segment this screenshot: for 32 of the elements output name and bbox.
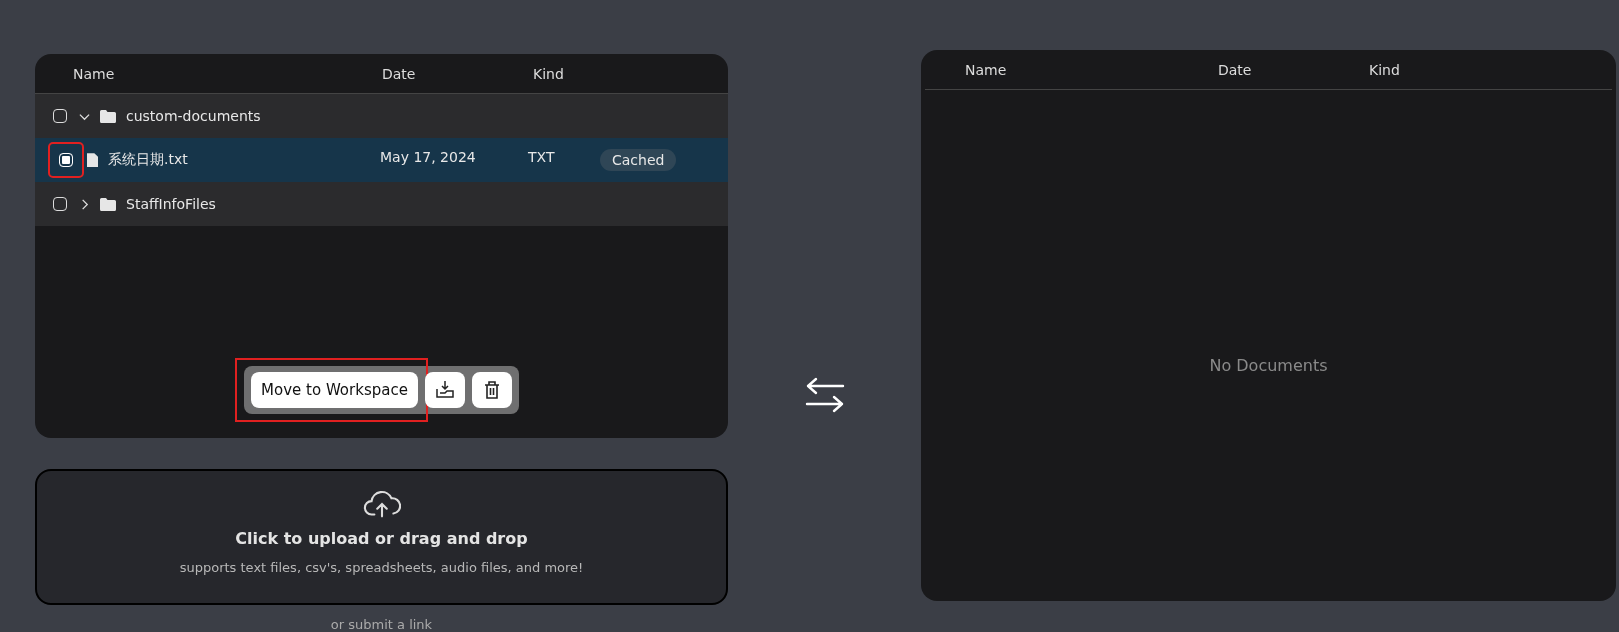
checkbox[interactable]	[53, 109, 67, 123]
download-icon	[434, 380, 455, 400]
chevron-icon[interactable]	[79, 198, 90, 210]
file-name: custom-documents	[126, 108, 261, 124]
upload-subtitle: supports text files, csv's, spreadsheets, audio files, and more!	[179, 560, 584, 575]
folder-icon	[100, 197, 116, 211]
submit-link[interactable]: or submit a link	[330, 617, 433, 632]
file-kind: TXT	[528, 149, 556, 165]
file-row[interactable]: custom-documents	[35, 94, 728, 138]
file-date: May 17, 2024	[380, 149, 477, 165]
column-header: Date	[382, 65, 417, 82]
cloud-upload-icon	[362, 489, 401, 519]
move-to-workspace-button[interactable]: Move to Workspace	[251, 372, 418, 408]
delete-button[interactable]	[471, 372, 512, 408]
upload-dropzone[interactable]: Click to upload or drag and drop supports text files, csv's, spreadsheets, audio files, and more!	[35, 469, 728, 605]
file-name: StaffInfoFiles	[126, 196, 216, 212]
upload-title: Click to upload or drag and drop	[235, 529, 528, 548]
swap-arrows-icon	[804, 377, 845, 413]
file-name: 系统日期.txt	[108, 151, 188, 169]
checkbox[interactable]	[53, 197, 67, 211]
column-header: Name	[965, 61, 1008, 78]
file-icon	[87, 153, 98, 167]
column-header: Kind	[1369, 61, 1400, 78]
status-badge: Cached	[600, 149, 677, 171]
column-header: Kind	[533, 65, 564, 82]
file-row[interactable]: 系统日期.txt May 17, 2024 TXT Cached	[35, 138, 728, 182]
download-button[interactable]	[424, 372, 465, 408]
column-header: Date	[1218, 61, 1253, 78]
column-header: Name	[73, 65, 116, 82]
empty-message: No Documents	[1209, 356, 1328, 375]
file-row[interactable]: StaffInfoFiles	[35, 182, 728, 226]
folder-icon	[100, 109, 116, 123]
